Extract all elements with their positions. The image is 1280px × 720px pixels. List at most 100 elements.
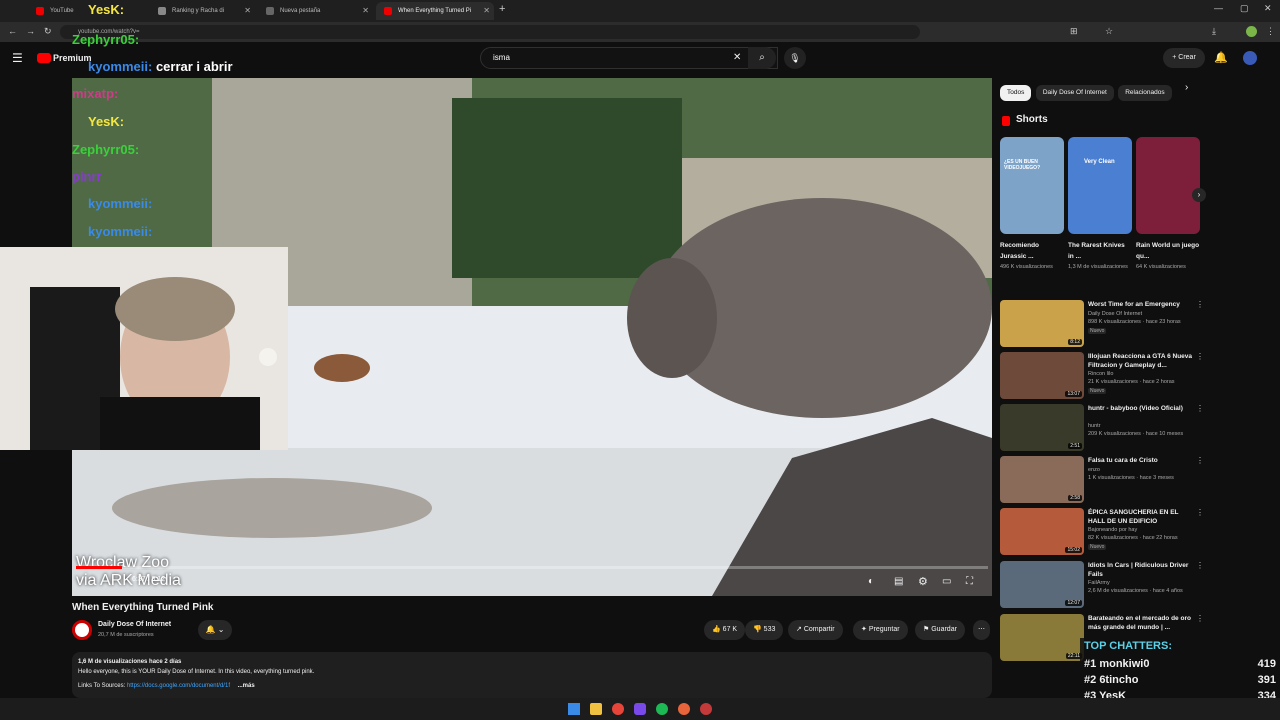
- chip-channel[interactable]: Daily Dose Of Internet: [1035, 85, 1114, 101]
- reload-icon[interactable]: ↻: [44, 26, 52, 37]
- video-thumbnail[interactable]: 15:02: [1000, 508, 1084, 555]
- mic-button[interactable]: 🎙: [784, 47, 806, 69]
- recommendation-channel[interactable]: huntr: [1088, 423, 1101, 429]
- shorts-next-icon[interactable]: ›: [1192, 188, 1206, 202]
- more-actions-button[interactable]: ⋯: [973, 620, 990, 640]
- spotify-icon[interactable]: [656, 703, 668, 715]
- youtube-logo[interactable]: [37, 53, 51, 63]
- short-title[interactable]: Recomiendo Jurassic ...: [1000, 240, 1064, 262]
- recommendation-title[interactable]: huntr - babyboo (Video Oficial): [1088, 404, 1194, 413]
- channel-name[interactable]: Daily Dose Of Internet: [98, 621, 171, 628]
- account-avatar[interactable]: [1243, 51, 1257, 65]
- start-icon[interactable]: [568, 703, 580, 715]
- more-icon[interactable]: ⋮: [1196, 300, 1204, 309]
- video-thumbnail[interactable]: 2:51: [1000, 404, 1084, 451]
- menu-icon[interactable]: ☰: [12, 51, 23, 65]
- short-thumbnail[interactable]: ¿ES UN BUEN VIDEOJUEGO?: [1000, 137, 1064, 234]
- obs-icon[interactable]: [634, 703, 646, 715]
- close-tab-icon[interactable]: ✕: [483, 6, 490, 15]
- fullscreen-icon[interactable]: ⛶: [966, 576, 973, 587]
- maximize-icon[interactable]: ▢: [1240, 3, 1249, 14]
- downloads-icon[interactable]: ⤓: [1212, 26, 1216, 37]
- chrome-icon[interactable]: [612, 703, 624, 715]
- recommendation-title[interactable]: Idiots In Cars | Ridiculous Driver Fails: [1088, 561, 1194, 579]
- close-tab-icon[interactable]: ✕: [362, 6, 369, 15]
- short-thumbnail[interactable]: [1136, 137, 1200, 234]
- new-tab-icon[interactable]: +: [499, 3, 505, 15]
- more-icon[interactable]: ⋮: [1196, 404, 1204, 413]
- more-icon[interactable]: ⋮: [1196, 508, 1204, 517]
- settings-icon[interactable]: ⚙: [918, 575, 928, 588]
- subtitles-icon[interactable]: ▤: [894, 576, 903, 587]
- save-button[interactable]: ⚑ Guardar: [915, 620, 965, 640]
- recommendation-channel[interactable]: FailArmy: [1088, 580, 1110, 586]
- video-thumbnail[interactable]: 22:11: [1000, 614, 1084, 661]
- minimize-icon[interactable]: —: [1214, 3, 1223, 13]
- bell-icon[interactable]: 🔔: [1214, 51, 1228, 64]
- recommendation-channel[interactable]: Rincon lilo: [1088, 371, 1113, 377]
- recommendation-title[interactable]: Falsa tu cara de Cristo: [1088, 456, 1194, 465]
- recommendation-channel[interactable]: Daily Dose Of Internet: [1088, 311, 1142, 317]
- recommendation-item[interactable]: 15:02 ÉPICA SANGUCHERIA EN EL HALL DE UN …: [1000, 508, 1204, 556]
- miniplayer-icon[interactable]: ▭: [942, 576, 951, 587]
- recommendation-title[interactable]: ÉPICA SANGUCHERIA EN EL HALL DE UN EDIFI…: [1088, 508, 1194, 526]
- chip-related[interactable]: Relacionados: [1118, 85, 1172, 101]
- recommendation-item[interactable]: 8:12 Worst Time for an Emergency Daily Dos…: [1000, 300, 1204, 348]
- search-icon: ⌕: [759, 52, 765, 63]
- create-button[interactable]: + Crear: [1163, 48, 1205, 68]
- profile-avatar[interactable]: [1246, 26, 1257, 37]
- browser-tab[interactable]: Ranking y Racha di ✕: [150, 2, 255, 20]
- app-icon[interactable]: [700, 703, 712, 715]
- like-button[interactable]: 👍 67 K: [704, 620, 746, 640]
- recommendation-item[interactable]: 13:07 Illojuan Reacciona a GTA 6 Nueva Fi…: [1000, 352, 1204, 400]
- chevron-right-icon[interactable]: ›: [1185, 82, 1188, 93]
- recommendation-channel[interactable]: enzo: [1088, 467, 1100, 473]
- links-url[interactable]: https://docs.google.com/document/d/1f: [127, 683, 230, 689]
- more-icon[interactable]: ⋮: [1196, 352, 1204, 361]
- dislike-button[interactable]: 👎 533: [745, 620, 784, 640]
- close-tab-icon[interactable]: ✕: [244, 6, 251, 15]
- short-thumbnail[interactable]: Very Clean: [1068, 137, 1132, 234]
- recommendation-item[interactable]: 2:58 Falsa tu cara de Cristo enzo 1 K visua…: [1000, 456, 1204, 504]
- video-thumbnail[interactable]: 2:58: [1000, 456, 1084, 503]
- short-title[interactable]: The Rarest Knives in ...: [1068, 240, 1132, 262]
- video-thumbnail[interactable]: 13:07: [1000, 352, 1084, 399]
- recommendation-item[interactable]: 2:51 huntr - babyboo (Video Oficial) huntr…: [1000, 404, 1204, 452]
- address-bar[interactable]: youtube.com/watch?v=: [60, 25, 920, 39]
- video-thumbnail[interactable]: 8:12: [1000, 300, 1084, 347]
- notification-bell-button[interactable]: 🔔 ⌄: [198, 620, 232, 640]
- share-button[interactable]: ↗ Compartir: [788, 620, 843, 640]
- recommendation-item[interactable]: 12:07 Idiots In Cars | Ridiculous Driver …: [1000, 561, 1204, 609]
- progress-bar[interactable]: [76, 566, 988, 569]
- short-title[interactable]: Rain World un juego qu...: [1136, 240, 1200, 262]
- recommendation-title[interactable]: Barateando en el mercado de oro más gran…: [1088, 614, 1194, 632]
- short-meta: Rain World un juego qu... 64 K visualizac…: [1136, 240, 1200, 273]
- video-thumbnail[interactable]: 12:07: [1000, 561, 1084, 608]
- more-icon[interactable]: ⋮: [1196, 456, 1204, 465]
- file-explorer-icon[interactable]: [590, 703, 602, 715]
- more-link[interactable]: ...más: [238, 683, 255, 689]
- clear-search-icon[interactable]: ✕: [733, 52, 741, 63]
- more-icon[interactable]: ⋮: [1196, 561, 1204, 570]
- ask-button[interactable]: ✦ Preguntar: [853, 620, 908, 640]
- brave-icon[interactable]: [678, 703, 690, 715]
- extensions-icon[interactable]: ⊞: [1070, 26, 1078, 37]
- close-window-icon[interactable]: ✕: [1264, 3, 1272, 14]
- channel-avatar[interactable]: [72, 620, 92, 640]
- chip-todos[interactable]: Todos: [1000, 85, 1032, 101]
- browser-tab[interactable]: YouTube: [28, 2, 88, 20]
- forward-icon[interactable]: →: [26, 26, 35, 36]
- recommendation-channel[interactable]: Bajoneando por hay: [1088, 527, 1137, 533]
- back-icon[interactable]: ←: [8, 26, 17, 36]
- like-icon: 👍: [712, 626, 723, 633]
- recommendation-title[interactable]: Worst Time for an Emergency: [1088, 300, 1194, 309]
- browser-tab-active[interactable]: When Everything Turned Pi ✕: [376, 2, 494, 20]
- recommendation-title[interactable]: Illojuan Reacciona a GTA 6 Nueva Filtrac…: [1088, 352, 1194, 370]
- bookmark-star-icon[interactable]: ☆: [1105, 26, 1113, 37]
- browser-tab[interactable]: Nueva pestaña ✕: [258, 2, 373, 20]
- browser-menu-icon[interactable]: ⋮: [1266, 26, 1275, 37]
- more-icon[interactable]: ⋮: [1196, 614, 1204, 623]
- search-button[interactable]: ⌕: [748, 47, 776, 69]
- description-box[interactable]: 1,6 M de visualizaciones hace 2 días Hel…: [72, 652, 992, 698]
- autoplay-toggle-icon[interactable]: ◐: [868, 576, 874, 587]
